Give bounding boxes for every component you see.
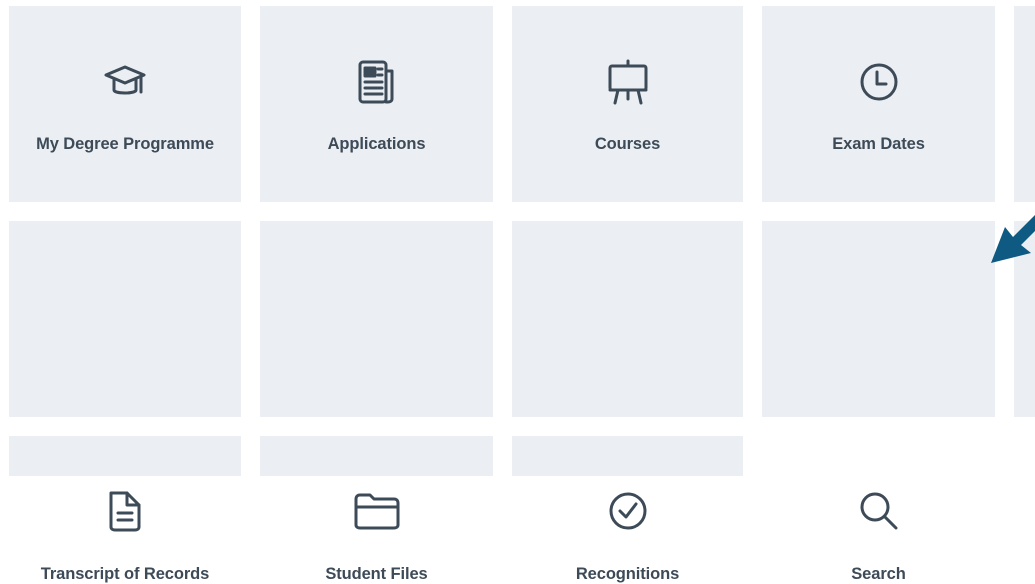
tile-partial[interactable] — [512, 436, 743, 476]
tile-courses[interactable]: Courses — [512, 6, 743, 202]
tile-label: Transcript of Records — [40, 565, 210, 583]
tile-search[interactable]: Search — [762, 221, 995, 583]
tile-recognitions[interactable]: Recognitions — [512, 221, 743, 583]
folder-icon — [353, 487, 401, 535]
easel-icon — [604, 58, 652, 106]
tile-label: Student Files — [325, 565, 428, 583]
tile-label: Search — [851, 565, 906, 583]
tile-label: Recognitions — [575, 565, 680, 583]
pointer-arrow-icon — [991, 215, 1035, 263]
tile-label: My Degree Programme — [36, 135, 214, 153]
tile-my-degree-programme[interactable]: My Degree Programme — [9, 6, 241, 202]
tile-applications[interactable]: Applications — [260, 6, 493, 202]
document-icon — [101, 487, 149, 535]
tile-partial[interactable] — [260, 436, 493, 476]
search-icon — [855, 487, 903, 535]
graduation-cap-icon — [101, 58, 149, 106]
tile-student-files[interactable]: Student Files — [260, 221, 493, 583]
tile-label: Applications — [327, 135, 426, 153]
tile-label: Exam Dates — [832, 135, 925, 153]
tile-exam-dates[interactable]: Exam Dates — [762, 6, 995, 202]
tile-partial[interactable] — [1014, 6, 1035, 202]
newspaper-icon — [353, 58, 401, 106]
tile-transcript-of-records[interactable]: Transcript of Records — [9, 221, 241, 583]
tile-partial[interactable] — [9, 436, 241, 476]
check-circle-icon — [604, 487, 652, 535]
tile-label: Courses — [594, 135, 661, 153]
clock-icon — [855, 58, 903, 106]
